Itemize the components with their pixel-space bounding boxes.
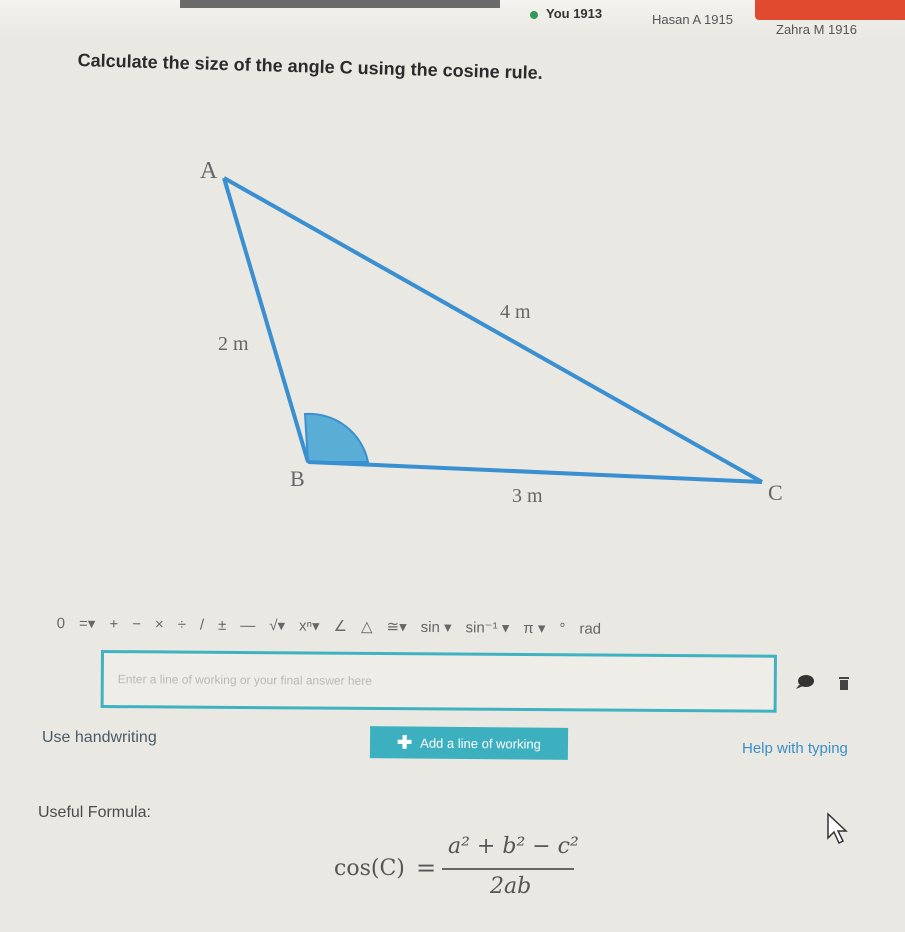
formula-denominator: 2ab xyxy=(490,874,532,899)
formula-lhs: cos(C) xyxy=(334,856,405,881)
toolbar-sin[interactable]: sin ▾ xyxy=(419,618,454,636)
triangle-diagram: A B C 2 m 4 m 3 m xyxy=(200,158,783,507)
mouse-cursor-icon xyxy=(827,812,848,845)
toolbar-divide[interactable]: ÷ xyxy=(176,616,188,633)
formula-equals: = xyxy=(416,854,437,882)
math-toolbar: 0 =▾ + − × ÷ / ± — √▾ xⁿ▾ ∠ △ ≅▾ sin ▾ s… xyxy=(54,598,874,657)
help-typing-link[interactable]: Help with typing xyxy=(742,740,848,757)
useful-formula-label: Useful Formula: xyxy=(38,804,151,821)
toolbar-congruent[interactable]: ≅▾ xyxy=(384,617,408,635)
toolbar-fraction[interactable]: — xyxy=(238,616,257,633)
toolbar-times[interactable]: × xyxy=(153,616,166,633)
angle-b-marker xyxy=(303,412,370,463)
toolbar-triangle[interactable]: △ xyxy=(359,617,375,635)
add-line-label: Add a line of working xyxy=(420,735,541,752)
toolbar-plusminus[interactable]: ± xyxy=(216,616,228,633)
toolbar-arcsin[interactable]: sin⁻¹ ▾ xyxy=(463,618,511,636)
add-line-button[interactable]: ✚ Add a line of working xyxy=(369,726,569,760)
fraction-bar xyxy=(442,868,574,870)
side-bc xyxy=(307,460,763,484)
answer-input[interactable] xyxy=(103,653,774,710)
cosine-formula: cos(C) = a² + b² − c² 2ab xyxy=(330,834,590,904)
side-ac-label: 4 m xyxy=(500,301,531,323)
comment-icon[interactable] xyxy=(795,674,815,690)
toolbar-pi[interactable]: π ▾ xyxy=(521,619,547,637)
toolbar-slash[interactable]: / xyxy=(198,616,206,633)
vertex-b-label: B xyxy=(290,466,305,491)
vertex-c-label: C xyxy=(768,480,783,505)
toolbar-equals[interactable]: =▾ xyxy=(77,614,97,632)
toolbar-power[interactable]: xⁿ▾ xyxy=(297,617,322,635)
toolbar-degree[interactable]: ° xyxy=(557,620,567,637)
trash-icon[interactable] xyxy=(838,675,850,691)
side-bc-label: 3 m xyxy=(512,485,543,507)
toolbar-rad[interactable]: rad xyxy=(577,620,603,637)
use-handwriting-link[interactable]: Use handwriting xyxy=(42,729,157,747)
side-ab-label: 2 m xyxy=(218,333,249,355)
answer-box xyxy=(100,650,777,713)
toolbar-plus[interactable]: + xyxy=(107,615,120,632)
toolbar-zero[interactable]: 0 xyxy=(55,614,68,632)
formula-numerator: a² + b² − c² xyxy=(448,834,579,859)
toolbar-minus[interactable]: − xyxy=(130,615,143,632)
toolbar-angle[interactable]: ∠ xyxy=(331,617,349,635)
plus-icon: ✚ xyxy=(397,731,413,753)
side-ac xyxy=(223,176,763,484)
toolbar-sqrt[interactable]: √▾ xyxy=(267,616,287,634)
vertex-a-label: A xyxy=(200,158,218,184)
